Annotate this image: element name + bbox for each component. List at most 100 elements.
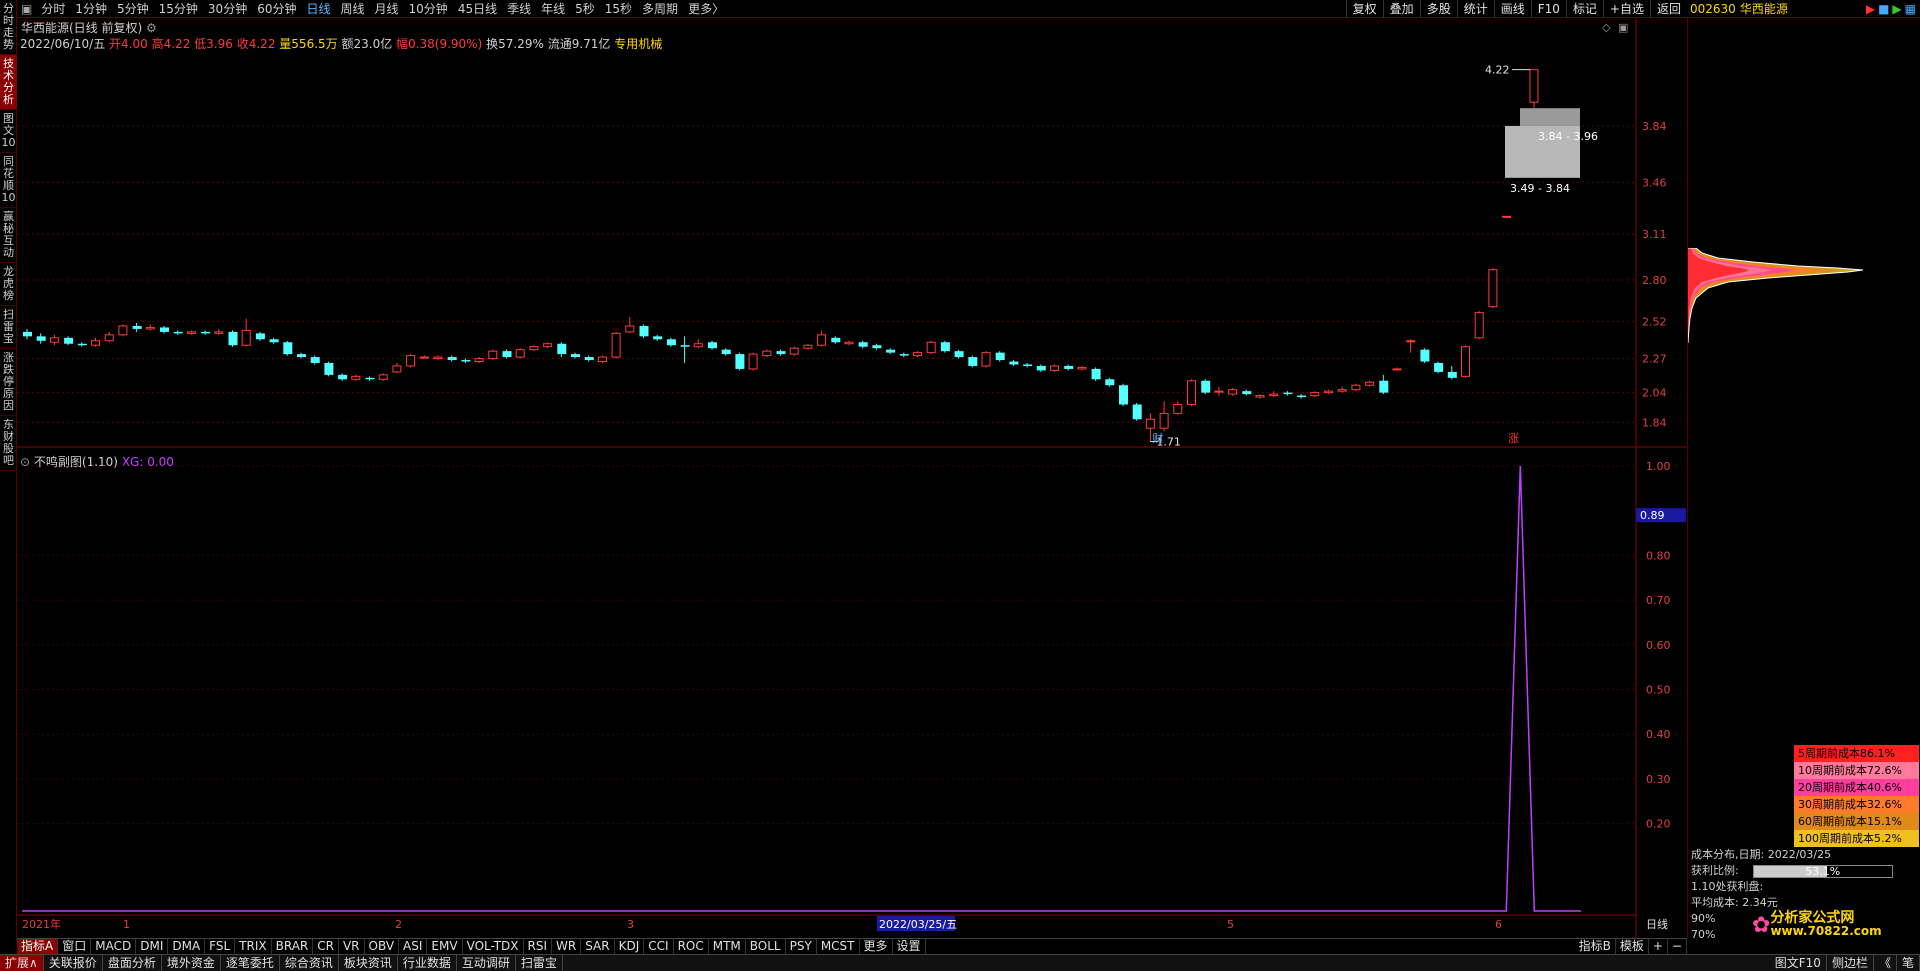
indicator-tab-8[interactable]: CR bbox=[313, 939, 339, 954]
tool-7[interactable]: +自选 bbox=[1602, 0, 1650, 18]
kline-candle bbox=[406, 354, 416, 368]
left-tab-4[interactable]: 赢秘互动 bbox=[0, 208, 17, 263]
candle-body bbox=[1529, 69, 1539, 103]
indicator-tab-14[interactable]: RSI bbox=[524, 939, 553, 954]
indicator-right-1[interactable]: 模板 bbox=[1616, 939, 1649, 954]
grid-icon[interactable]: ▦ bbox=[1905, 2, 1916, 16]
bottom-tab-3[interactable]: 境外资金 bbox=[162, 955, 221, 971]
period-8[interactable]: 月线 bbox=[370, 0, 404, 17]
kline-candle bbox=[515, 348, 525, 359]
period-16[interactable]: 更多〉 bbox=[683, 0, 729, 17]
bottom-tab-5[interactable]: 综合资讯 bbox=[280, 955, 339, 971]
period-15[interactable]: 多周期 bbox=[637, 0, 683, 17]
indicator-tab-1[interactable]: 窗口 bbox=[58, 939, 92, 954]
left-tab-0[interactable]: 分时走势 bbox=[0, 0, 17, 55]
indicator-tab-0[interactable]: 指标A bbox=[17, 939, 59, 954]
indicator-tab-16[interactable]: SAR bbox=[581, 939, 615, 954]
indicator-tab-11[interactable]: ASI bbox=[399, 939, 428, 954]
indicator-tab-10[interactable]: OBV bbox=[365, 939, 400, 954]
main-kline-chart[interactable]: 华西能源(日线 前复权) ⚙ 2022/06/10/五 开4.00 高4.22 … bbox=[17, 18, 1687, 448]
kline-candle bbox=[844, 340, 854, 346]
tool-8[interactable]: 返回 bbox=[1649, 0, 1687, 18]
bottom-tab-6[interactable]: 板块资讯 bbox=[339, 955, 398, 971]
period-1[interactable]: 1分钟 bbox=[70, 0, 112, 17]
indicator-right-2[interactable]: + bbox=[1649, 939, 1668, 954]
kline-candle bbox=[584, 355, 594, 362]
bottom-tab-7[interactable]: 行业数据 bbox=[398, 955, 457, 971]
date-axis-label: 2 bbox=[395, 918, 402, 931]
bottom-right-0[interactable]: 图文F10 bbox=[1770, 955, 1827, 971]
tool-1[interactable]: 叠加 bbox=[1382, 0, 1420, 18]
indicator-tab-9[interactable]: VR bbox=[339, 939, 365, 954]
period-14[interactable]: 15秒 bbox=[600, 0, 637, 17]
window-icon[interactable]: ■ bbox=[1878, 2, 1889, 16]
bottom-tab-4[interactable]: 逐笔委托 bbox=[221, 955, 280, 971]
indicator-tab-6[interactable]: TRIX bbox=[235, 939, 272, 954]
play-icon[interactable]: ▶ bbox=[1892, 2, 1901, 16]
tool-6[interactable]: 标记 bbox=[1565, 0, 1603, 18]
indicator-tab-17[interactable]: KDJ bbox=[615, 939, 645, 954]
bottom-tab-1[interactable]: 关联报价 bbox=[44, 955, 103, 971]
indicator-tab-25[interactable]: 设置 bbox=[893, 939, 926, 954]
candle-body bbox=[214, 331, 224, 334]
left-tab-2[interactable]: 图文10 bbox=[0, 110, 17, 153]
indicator-right-0[interactable]: 指标B bbox=[1575, 939, 1616, 954]
tool-0[interactable]: 复权 bbox=[1345, 0, 1383, 18]
period-5[interactable]: 60分钟 bbox=[252, 0, 301, 17]
tool-3[interactable]: 统计 bbox=[1456, 0, 1494, 18]
menu-icon[interactable]: ▣ bbox=[17, 2, 36, 16]
indicator-tab-5[interactable]: FSL bbox=[205, 939, 236, 954]
bottom-tab-9[interactable]: 扫雷宝 bbox=[516, 955, 563, 971]
bottom-tab-2[interactable]: 盘面分析 bbox=[103, 955, 162, 971]
left-tab-5[interactable]: 龙虎榜 bbox=[0, 263, 17, 306]
indicator-tab-23[interactable]: MCST bbox=[817, 939, 860, 954]
indicator-tab-4[interactable]: DMA bbox=[168, 939, 206, 954]
tool-5[interactable]: F10 bbox=[1530, 0, 1566, 18]
period-12[interactable]: 年线 bbox=[536, 0, 570, 17]
indicator-tab-7[interactable]: BRAR bbox=[272, 939, 314, 954]
cost-legend-row: 30周期前成本32.6% bbox=[1794, 796, 1919, 813]
sub-indicator-canvas[interactable]: 1.00 0.80 0.70 0.60 0.50 0.40 0.30 0.20 0.89 2021… bbox=[17, 448, 1687, 938]
period-3[interactable]: 15分钟 bbox=[154, 0, 203, 17]
left-tab-7[interactable]: 涨跌停原因 bbox=[0, 349, 17, 416]
candle-body bbox=[1379, 380, 1389, 393]
indicator-tab-20[interactable]: MTM bbox=[709, 939, 746, 954]
period-11[interactable]: 季线 bbox=[502, 0, 536, 17]
bottom-right-3[interactable]: 笔 bbox=[1897, 955, 1920, 971]
sub-indicator-chart[interactable]: ⊙ 不鸣副图(1.10) XG: 0.00 1.00 0.80 0.70 0.60 0.… bbox=[17, 448, 1687, 938]
left-tab-6[interactable]: 扫雷宝 bbox=[0, 306, 17, 349]
indicator-tab-22[interactable]: PSY bbox=[786, 939, 817, 954]
period-9[interactable]: 10分钟 bbox=[404, 0, 453, 17]
indicator-tab-19[interactable]: ROC bbox=[674, 939, 709, 954]
kline-canvas[interactable]: 3.84 3.46 3.11 2.80 2.52 2.27 2.04 1.84 4.22 3.84… bbox=[17, 18, 1687, 448]
left-tab-3[interactable]: 同花顺10 bbox=[0, 153, 17, 208]
tool-4[interactable]: 画线 bbox=[1493, 0, 1531, 18]
period-13[interactable]: 5秒 bbox=[570, 0, 600, 17]
indicator-tab-21[interactable]: BOLL bbox=[746, 939, 786, 954]
left-tab-1[interactable]: 技术分析 bbox=[0, 55, 17, 110]
kline-candle bbox=[872, 343, 882, 350]
bottom-right-2[interactable]: 《 bbox=[1874, 955, 1897, 971]
period-0[interactable]: 分时 bbox=[36, 0, 70, 17]
indicator-tab-2[interactable]: MACD bbox=[91, 939, 137, 954]
indicator-tab-15[interactable]: WR bbox=[552, 939, 582, 954]
tool-2[interactable]: 多股 bbox=[1419, 0, 1457, 18]
bottom-tab-8[interactable]: 互动调研 bbox=[457, 955, 516, 971]
indicator-right-3[interactable]: − bbox=[1668, 939, 1687, 954]
candle-body bbox=[666, 339, 676, 346]
left-tab-8[interactable]: 东财股吧 bbox=[0, 416, 17, 471]
indicator-tab-13[interactable]: VOL-TDX bbox=[463, 939, 524, 954]
indicator-tab-12[interactable]: EMV bbox=[427, 939, 463, 954]
period-7[interactable]: 周线 bbox=[336, 0, 370, 17]
flag-icon[interactable]: ▶ bbox=[1866, 2, 1875, 16]
period-2[interactable]: 5分钟 bbox=[112, 0, 154, 17]
indicator-tab-3[interactable]: DMI bbox=[136, 939, 169, 954]
period-6[interactable]: 日线 bbox=[301, 0, 335, 17]
indicator-tab-24[interactable]: 更多 bbox=[860, 939, 893, 954]
indicator-tab-list: 指标A 窗口 MACD DMI DMA FSL TRIX BRAR CR VR OBV ASI EMV V… bbox=[17, 939, 926, 954]
period-4[interactable]: 30分钟 bbox=[203, 0, 252, 17]
bottom-right-1[interactable]: 侧边栏 bbox=[1827, 955, 1874, 971]
indicator-tab-18[interactable]: CCI bbox=[644, 939, 674, 954]
period-10[interactable]: 45日线 bbox=[453, 0, 502, 17]
bottom-tab-0[interactable]: 扩展∧ bbox=[0, 955, 44, 971]
